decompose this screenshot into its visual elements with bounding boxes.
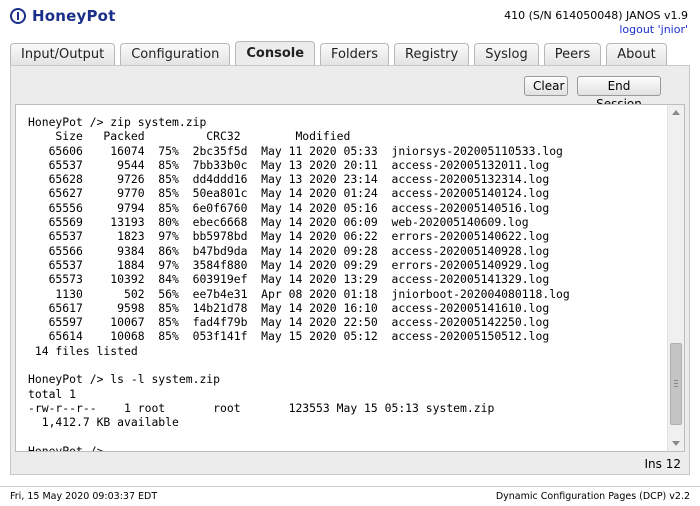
tab-syslog[interactable]: Syslog xyxy=(474,43,539,65)
end-session-button[interactable]: End Session xyxy=(577,76,661,111)
console-panel: Clear End Session HoneyPot /> zip system… xyxy=(10,65,690,475)
footer-datetime: Fri, 15 May 2020 09:03:37 EDT xyxy=(10,491,158,502)
tab-bar: Input/Output Configuration Console Folde… xyxy=(10,41,667,65)
tab-peers[interactable]: Peers xyxy=(543,43,602,65)
app-title: HoneyPot xyxy=(32,7,116,25)
scroll-down-arrow-icon[interactable] xyxy=(672,441,680,446)
tab-input-output[interactable]: Input/Output xyxy=(10,43,116,65)
tab-registry[interactable]: Registry xyxy=(394,43,470,65)
tab-folders[interactable]: Folders xyxy=(320,43,389,65)
power-icon xyxy=(10,8,26,24)
scrollbar-thumb[interactable] xyxy=(670,343,682,425)
device-info-block: 410 (S/N 614050048) JANOS v1.9 logout 'j… xyxy=(504,9,688,37)
console-scrollbar[interactable] xyxy=(667,105,684,451)
logout-link[interactable]: logout 'jnior' xyxy=(619,23,688,36)
grip-line xyxy=(674,380,678,381)
console-terminal[interactable]: HoneyPot /> zip system.zip Size Packed C… xyxy=(15,104,685,452)
scroll-up-arrow-icon[interactable] xyxy=(672,110,680,115)
tab-configuration[interactable]: Configuration xyxy=(120,43,231,65)
tab-about[interactable]: About xyxy=(606,43,667,65)
footer-product: Dynamic Configuration Pages (DCP) v2.2 xyxy=(495,491,690,502)
clear-button[interactable]: Clear xyxy=(524,76,568,96)
console-output: HoneyPot /> zip system.zip Size Packed C… xyxy=(28,115,570,452)
footer-divider xyxy=(0,486,700,487)
grip-line xyxy=(674,383,678,384)
grip-line xyxy=(674,386,678,387)
insert-status: Ins 12 xyxy=(644,457,681,471)
tab-console[interactable]: Console xyxy=(235,41,316,65)
app-logo: HoneyPot xyxy=(10,7,116,25)
device-info: 410 (S/N 614050048) JANOS v1.9 xyxy=(504,9,688,22)
